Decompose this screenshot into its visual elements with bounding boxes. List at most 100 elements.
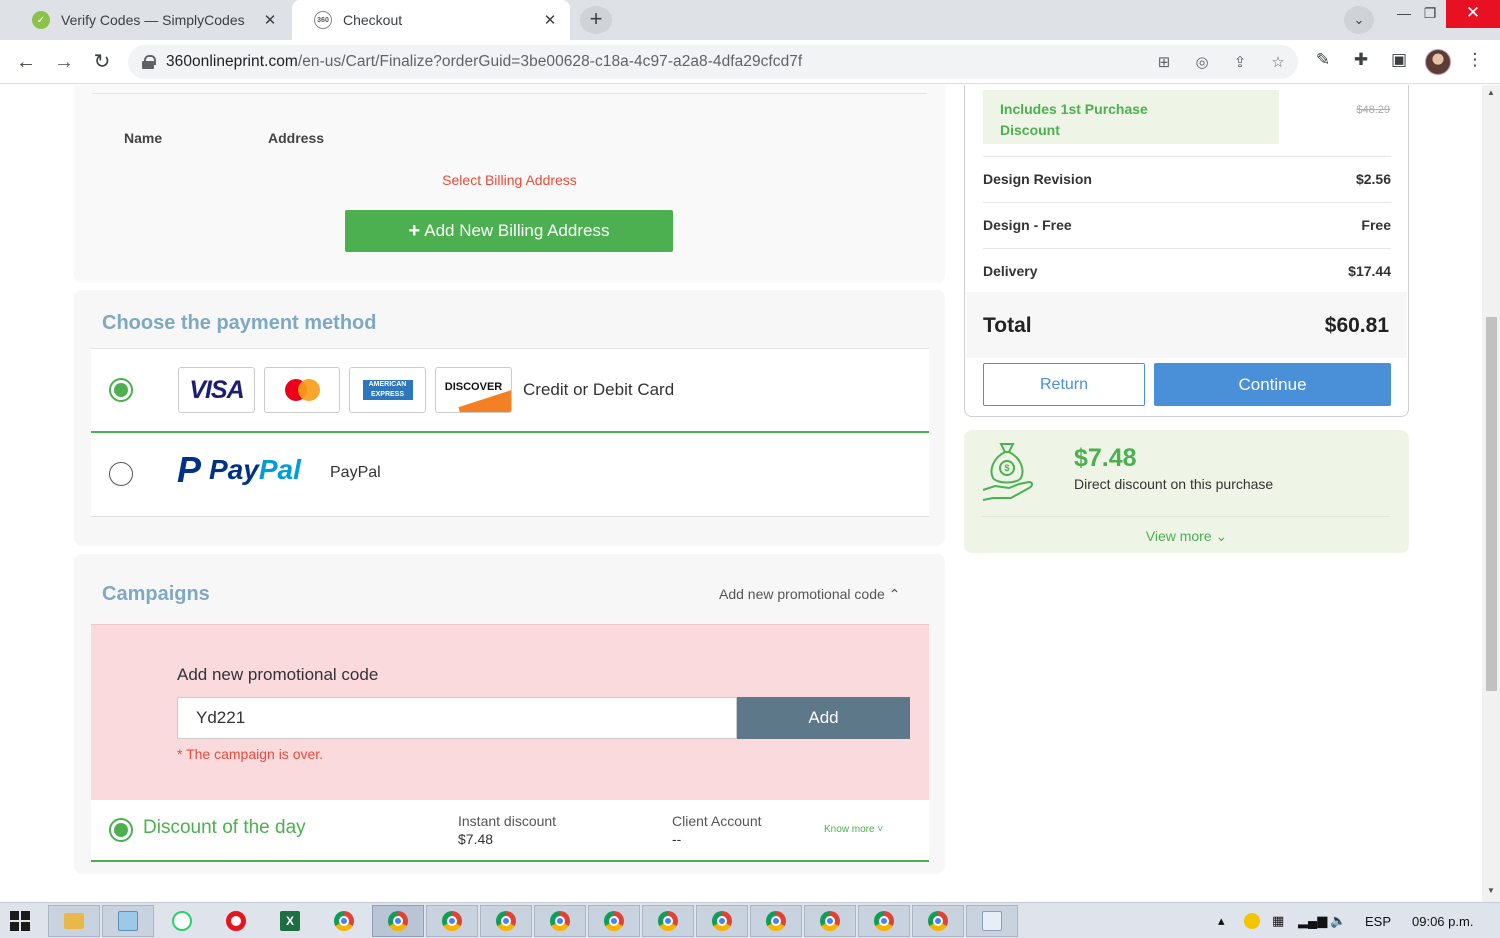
instant-discount-label: Instant discount <box>458 813 557 829</box>
savings-amount: $7.48 <box>1074 444 1137 472</box>
extensions-icon[interactable]: ✚ <box>1349 50 1373 74</box>
tab-title: Checkout <box>343 12 403 28</box>
page-scrollbar[interactable]: ▲ ▼ <box>1482 85 1500 902</box>
back-arrow-icon[interactable]: ← <box>12 48 40 76</box>
simplycodes-icon: ✓ <box>32 11 50 29</box>
return-button[interactable]: Return <box>983 363 1145 406</box>
card-radio[interactable] <box>109 378 133 402</box>
order-summary-card: Includes 1st Purchase Discount $48.29 De… <box>964 85 1409 417</box>
whatsapp-icon[interactable] <box>156 905 208 937</box>
payment-option-paypal[interactable]: P PayPal PayPal <box>91 435 929 517</box>
know-more-link[interactable]: Know more ˅ <box>824 824 883 835</box>
eye-off-icon[interactable]: ◎ <box>1192 53 1212 73</box>
payment-section-title: Choose the payment method <box>102 312 377 334</box>
clock[interactable]: 09:06 p.m. <box>1412 914 1473 929</box>
chrome-icon[interactable] <box>750 905 802 937</box>
new-tab-button[interactable]: + <box>580 6 612 34</box>
chrome-icon[interactable] <box>534 905 586 937</box>
windows-start-icon[interactable] <box>10 911 30 931</box>
original-price: $48.29 <box>1356 104 1390 116</box>
tab-verify-codes[interactable]: ✓ Verify Codes — SimplyCodes ✕ <box>10 0 290 40</box>
url-text[interactable]: 360onlineprint.com/en-us/Cart/Finalize?o… <box>166 53 802 71</box>
billing-card: Name Address Select Billing Address + Ad… <box>74 85 945 283</box>
maximize-button[interactable]: ❐ <box>1412 0 1448 28</box>
mastercard-logo <box>264 367 340 413</box>
view-more-link[interactable]: View more ⌄ <box>964 528 1409 545</box>
card-option-label: Credit or Debit Card <box>523 380 675 399</box>
paypal-radio[interactable] <box>109 462 133 486</box>
excel-icon[interactable]: X <box>264 905 316 937</box>
lock-icon[interactable] <box>142 55 156 69</box>
add-billing-label: Add New Billing Address <box>424 221 610 240</box>
windows-taskbar: X ▴ ▦ ▂▄▆ 🔈 ESP 09:06 p.m. <box>0 902 1500 938</box>
star-icon[interactable]: ☆ <box>1268 53 1288 73</box>
page-content: Name Address Select Billing Address + Ad… <box>0 85 1482 902</box>
reload-icon[interactable]: ↻ <box>88 48 116 76</box>
scroll-up-arrow-icon[interactable]: ▲ <box>1486 88 1496 97</box>
promo-code-panel: Add new promotional code Add * The campa… <box>91 624 929 800</box>
chrome-icon[interactable] <box>318 905 370 937</box>
translate-icon[interactable]: ⊞ <box>1154 53 1174 73</box>
chrome-icon[interactable] <box>426 905 478 937</box>
discount-of-the-day-row[interactable]: Discount of the day Instant discount $7.… <box>91 800 929 862</box>
summary-row: Design Revision $2.56 <box>983 156 1391 202</box>
share-icon[interactable]: ⇪ <box>1230 53 1250 73</box>
visa-logo: VISA <box>178 367 255 413</box>
tab-strip: ✓ Verify Codes — SimplyCodes ✕ 360 Check… <box>0 0 1500 40</box>
chrome-icon[interactable] <box>642 905 694 937</box>
promo-code-input[interactable] <box>177 697 737 739</box>
edit-icon[interactable]: ✎ <box>1311 50 1335 74</box>
language-indicator[interactable]: ESP <box>1365 914 1391 929</box>
payment-option-card[interactable]: VISA AMERICAN EXPRESS DISCOVER Credit or … <box>91 348 929 433</box>
chrome-icon[interactable] <box>480 905 532 937</box>
discount-radio[interactable] <box>109 818 133 842</box>
window-close-button[interactable]: ✕ <box>1446 0 1500 28</box>
savings-description: Direct discount on this purchase <box>1074 476 1274 492</box>
promo-add-button[interactable]: Add <box>737 697 910 739</box>
summary-row-value: $17.44 <box>1348 263 1391 279</box>
chrome-icon[interactable] <box>696 905 748 937</box>
file-explorer-icon[interactable] <box>48 905 100 937</box>
tab-checkout[interactable]: 360 Checkout ✕ <box>292 0 570 40</box>
summary-row-label: Delivery <box>983 263 1038 279</box>
scroll-thumb[interactable] <box>1486 317 1497 691</box>
chrome-icon[interactable] <box>912 905 964 937</box>
opera-icon[interactable] <box>210 905 262 937</box>
close-icon[interactable]: ✕ <box>538 11 562 29</box>
discover-logo: DISCOVER <box>435 367 512 413</box>
instant-discount-value: $7.48 <box>458 831 494 847</box>
tray-app-icon[interactable] <box>1244 903 1260 938</box>
chrome-icon[interactable] <box>804 905 856 937</box>
side-panel-icon[interactable]: ▣ <box>1387 50 1411 74</box>
forward-arrow-icon[interactable]: → <box>50 48 78 76</box>
address-bar[interactable]: 360onlineprint.com/en-us/Cart/Finalize?o… <box>128 45 1298 79</box>
client-account-label: Client Account <box>672 813 762 829</box>
select-billing-prompt: Select Billing Address <box>442 172 577 188</box>
app-window-icon[interactable] <box>966 905 1018 937</box>
chrome-icon[interactable] <box>858 905 910 937</box>
discount-name: Discount of the day <box>143 817 306 838</box>
notes-icon[interactable] <box>102 905 154 937</box>
close-icon[interactable]: ✕ <box>258 11 282 29</box>
profile-avatar[interactable] <box>1425 49 1451 75</box>
tray-chevron-icon[interactable]: ▴ <box>1218 903 1225 938</box>
scroll-down-arrow-icon[interactable]: ▼ <box>1486 886 1496 895</box>
total-row: Total $60.81 <box>966 292 1407 358</box>
volume-icon[interactable]: 🔈 <box>1330 903 1346 938</box>
promo-code-toggle[interactable]: Add new promotional code ⌃ <box>719 586 900 603</box>
wifi-signal-icon[interactable]: ▂▄▆ <box>1298 903 1327 938</box>
add-billing-address-button[interactable]: + Add New Billing Address <box>345 210 673 252</box>
campaigns-card: Campaigns Add new promotional code ⌃ Add… <box>74 554 945 874</box>
360-icon: 360 <box>314 11 332 29</box>
menu-dots-icon[interactable]: ⋮ <box>1463 50 1487 74</box>
chrome-icon[interactable] <box>372 905 424 937</box>
chrome-icon[interactable] <box>588 905 640 937</box>
plus-icon: + <box>408 219 421 242</box>
client-account-value: -- <box>672 831 682 847</box>
browser-toolbar: ← → ↻ 360onlineprint.com/en-us/Cart/Fina… <box>0 40 1500 84</box>
column-header-address: Address <box>268 130 325 146</box>
continue-button[interactable]: Continue <box>1154 363 1391 406</box>
tab-search-button[interactable]: ⌄ <box>1344 6 1374 34</box>
paypal-option-label: PayPal <box>330 464 381 481</box>
network-adapter-icon[interactable]: ▦ <box>1272 903 1284 938</box>
